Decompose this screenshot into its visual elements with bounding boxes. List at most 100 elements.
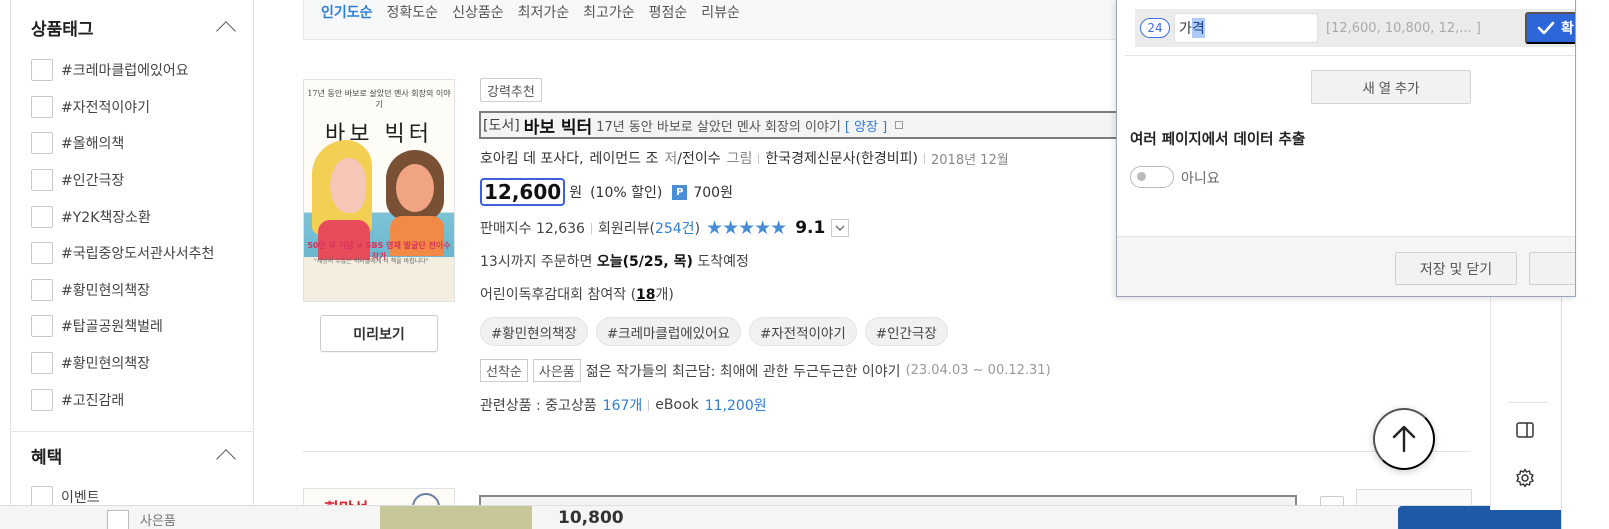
check-icon xyxy=(1537,21,1555,35)
tag-label: #인간극장 xyxy=(61,173,125,189)
tag-checkbox[interactable] xyxy=(31,169,53,191)
confirm-button[interactable]: 확 xyxy=(1525,12,1575,44)
delivery-info: 13시까지 주문하면 오늘(5/25, 목) 도착예정 xyxy=(480,251,749,271)
column-name-selection: 격 xyxy=(1191,18,1205,38)
tag-checkbox[interactable] xyxy=(31,59,53,81)
background-text: 사은품 xyxy=(140,514,176,529)
illustrator-link[interactable]: /전이수 xyxy=(677,151,720,167)
event-badge: 사은품 xyxy=(532,359,581,382)
add-column-button[interactable]: 새 열 추가 xyxy=(1311,70,1471,104)
sidebar-panel-icon[interactable] xyxy=(1513,418,1537,442)
product-title-row[interactable]: [도서] 바보 빅터 17년 동안 바보로 살았던 멘사 회장의 이야기 [ 양… xyxy=(479,111,1129,139)
section-divider xyxy=(11,431,253,432)
tag-checkbox[interactable] xyxy=(31,242,53,264)
tag-label: #Y2K책장소환 xyxy=(61,210,151,226)
tag-chip[interactable]: #인간극장 xyxy=(864,317,948,346)
footer-secondary-button[interactable] xyxy=(1529,252,1575,285)
tag-label: #국립중앙도서관사서추천 xyxy=(61,246,215,262)
tag-filter-item[interactable]: #인간극장 xyxy=(31,168,124,192)
product-category: [도서] xyxy=(483,118,520,134)
tag-filter-item[interactable]: #황민현의책장 xyxy=(31,351,150,375)
contest-count-link[interactable]: 18 xyxy=(636,287,655,303)
author-link[interactable]: 호아킴 데 포사다 xyxy=(480,151,579,167)
tag-chip[interactable]: #자전적이야기 xyxy=(748,317,857,346)
point-value: 700원 xyxy=(693,185,733,201)
tag-filter-item[interactable]: #Y2K책장소환 xyxy=(31,205,151,229)
author-link[interactable]: 레이먼드 조 xyxy=(590,148,659,168)
publisher-link[interactable]: 한국경제신문사(한경비피) xyxy=(765,148,918,168)
contest-prefix: 어린이독후감대회 참여작 ( xyxy=(480,287,637,303)
tag-filter-item[interactable]: #탑골공원책벌레 xyxy=(31,314,163,338)
chevron-up-icon[interactable] xyxy=(216,449,236,469)
rail-divider xyxy=(1508,402,1548,403)
used-count-link[interactable]: 167개 xyxy=(603,395,643,415)
gear-icon[interactable] xyxy=(1513,466,1537,490)
screen: 상품태그 #크레마클럽에있어요 #자전적이야기 #올해의책 #인간극장 #Y2K… xyxy=(0,0,1609,529)
column-name-input[interactable]: 가격 xyxy=(1174,13,1318,43)
book-cover-image[interactable]: 17년 동안 바보로 살았던 멘사 회장의 이야기 바보 빅터 50만 부 기념… xyxy=(303,79,455,302)
preview-button[interactable]: 미리보기 xyxy=(320,315,438,352)
tag-checkbox[interactable] xyxy=(31,352,53,374)
chevron-down-icon xyxy=(835,225,845,231)
tag-label: #황민현의책장 xyxy=(61,356,151,372)
sort-highest-price[interactable]: 최고가순 xyxy=(583,2,635,22)
tag-checkbox[interactable] xyxy=(31,279,53,301)
sales-index: 판매지수 12,636 xyxy=(480,221,585,237)
tag-checkbox[interactable] xyxy=(31,96,53,118)
tag-label: #자전적이야기 xyxy=(61,100,151,116)
tag-filter-item[interactable]: #고진감래 xyxy=(31,388,124,412)
review-count-link[interactable]: 254건 xyxy=(655,221,695,237)
rating-score: 9.1 xyxy=(795,218,826,238)
multi-page-toggle[interactable] xyxy=(1130,166,1174,188)
contest-suffix: 개) xyxy=(655,287,674,303)
scroll-top-button[interactable] xyxy=(1373,408,1435,470)
tag-checkbox[interactable] xyxy=(31,132,53,154)
tag-filter-item[interactable]: #크레마클럽에있어요 xyxy=(31,58,189,82)
event-badge: 선착순 xyxy=(480,359,528,382)
sort-reviews[interactable]: 리뷰순 xyxy=(701,2,740,22)
tag-checkbox[interactable] xyxy=(31,315,53,337)
ebook-label: eBook xyxy=(655,397,699,413)
tag-label: #고진감래 xyxy=(61,393,125,409)
product-title[interactable]: 바보 빅터 xyxy=(524,113,592,138)
tag-filter-item[interactable]: #황민현의책장 xyxy=(31,278,150,302)
panel-footer: 저장 및 닫기 xyxy=(1117,236,1575,296)
ebook-price-link[interactable]: 11,200원 xyxy=(705,395,767,415)
divider xyxy=(758,152,760,164)
product-binding: [ 양장 ] xyxy=(844,119,888,135)
sale-price: 12,600 xyxy=(480,178,566,206)
background-page-strip: 사은품 10,800 xyxy=(0,505,1609,529)
review-close: ) xyxy=(694,221,701,237)
benefit-section-header[interactable]: 혜택 xyxy=(31,440,241,470)
tag-filter-item[interactable]: #자전적이야기 xyxy=(31,95,150,119)
sort-rating[interactable]: 평점순 xyxy=(649,2,688,22)
point-icon: P xyxy=(672,184,688,200)
event-row: 선착순 사은품 젊은 작가들의 최근담: 최애에 관한 두근두근한 이야기 (2… xyxy=(480,359,1051,382)
chevron-up-icon[interactable] xyxy=(216,21,236,41)
new-window-icon[interactable] xyxy=(895,121,904,129)
tag-label: #크레마클럽에있어요 xyxy=(61,63,189,79)
author-info: 호아킴 데 포사다, 레이먼드 조 저/전이수 그림 한국경제신문사(한경비피)… xyxy=(480,148,1009,168)
tag-filter-item[interactable]: #국립중앙도서관사서추천 xyxy=(31,241,214,265)
sort-newest[interactable]: 신상품순 xyxy=(452,2,504,22)
tag-chip[interactable]: #황민현의책장 xyxy=(480,317,588,346)
tag-filter-item[interactable]: #올해의책 xyxy=(31,131,124,155)
product-subtitle: 17년 동안 바보로 살았던 멘사 회장의 이야기 xyxy=(596,119,841,135)
author-role: 저 xyxy=(664,151,678,167)
sort-lowest-price[interactable]: 최저가순 xyxy=(518,2,570,22)
tag-checkbox[interactable] xyxy=(31,389,53,411)
sort-accuracy[interactable]: 정확도순 xyxy=(387,2,439,22)
tag-checkbox[interactable] xyxy=(31,206,53,228)
delivery-prefix: 13시까지 주문하면 xyxy=(480,254,593,270)
save-close-button[interactable]: 저장 및 닫기 xyxy=(1395,252,1517,285)
tag-label: #탑골공원책벌레 xyxy=(61,319,163,335)
event-link[interactable]: 젊은 작가들의 최근담: 최애에 관한 두근두근한 이야기 xyxy=(586,361,901,381)
sort-popularity[interactable]: 인기도순 xyxy=(321,2,373,22)
cover-illustration-girl xyxy=(312,140,372,260)
price-row: 12,600 원 (10% 할인) P 700원 xyxy=(480,178,733,206)
tag-section-header[interactable]: 상품태그 xyxy=(31,12,241,42)
benefit-label: 이벤트 xyxy=(61,490,100,506)
tag-chips: #황민현의책장 #크레마클럽에있어요 #자전적이야기 #인간극장 xyxy=(480,317,948,346)
tag-chip[interactable]: #크레마클럽에있어요 xyxy=(595,317,741,346)
rating-dropdown-button[interactable] xyxy=(831,219,850,237)
